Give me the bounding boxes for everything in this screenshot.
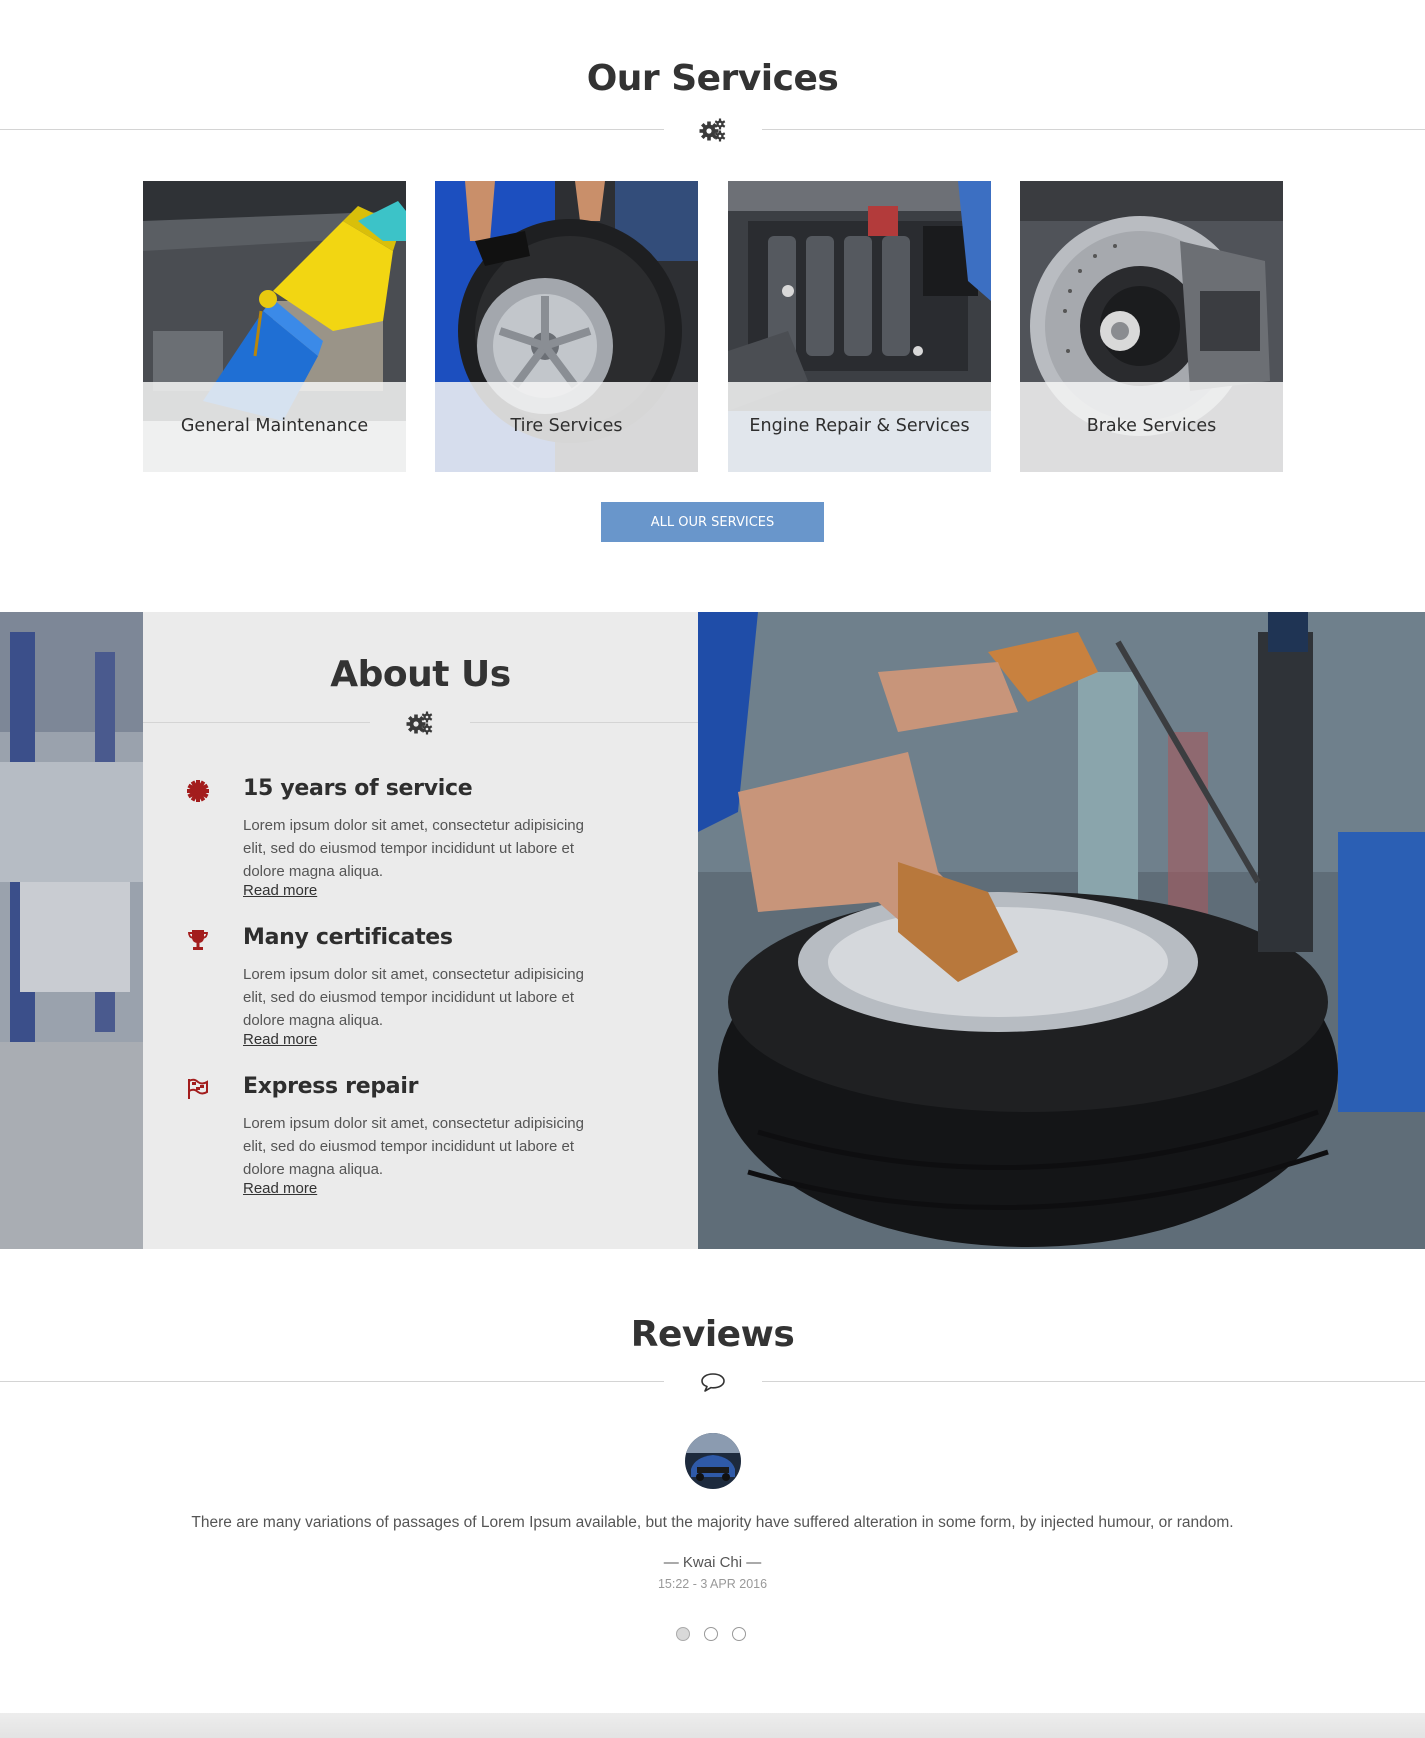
service-card-brake-services[interactable]: Brake Services [1020, 181, 1283, 472]
service-label: General Maintenance [180, 416, 369, 436]
service-label: Engine Repair & Services [749, 416, 970, 436]
reviewer-avatar [685, 1433, 741, 1489]
feature-description: Lorem ipsum dolor sit amet, consectetur … [243, 966, 584, 1029]
feature-title: Express repair [243, 1074, 419, 1099]
read-more-link[interactable]: Read more [243, 1031, 317, 1048]
service-card-engine-repair[interactable]: Engine Repair & Services [728, 181, 991, 472]
all-services-button[interactable]: ALL OUR SERVICES [601, 502, 824, 542]
reviews-divider [0, 1367, 1425, 1397]
pagination-dot-2[interactable] [704, 1627, 718, 1641]
service-card-general-maintenance[interactable]: General Maintenance [143, 181, 406, 472]
racing-flag-icon [188, 1078, 208, 1099]
service-label: Tire Services [510, 416, 623, 436]
read-more-link[interactable]: Read more [243, 882, 317, 899]
service-card-tire-services[interactable]: Tire Services [435, 181, 698, 472]
reviews-title: Reviews [630, 1314, 795, 1355]
services-title: Our Services [586, 58, 839, 99]
reviews-section: Reviews There are many variations of pas… [0, 1249, 1425, 1713]
feature-title: 15 years of service [243, 776, 473, 801]
review-author: — Kwai Chi — [663, 1554, 762, 1571]
speech-bubble-icon [698, 1367, 728, 1397]
tire-change-photo [698, 612, 1425, 1249]
feature-title: Many certificates [243, 925, 453, 950]
services-divider [0, 115, 1425, 145]
review-pagination [676, 1627, 756, 1643]
about-title: About Us [330, 654, 511, 695]
about-divider [143, 708, 698, 738]
review-timestamp: 15:22 - 3 APR 2016 [657, 1577, 768, 1591]
trophy-icon [188, 930, 208, 950]
pagination-dot-3[interactable] [732, 1627, 746, 1641]
about-section: About Us 15 years of service Lorem ipsum… [0, 612, 1425, 1249]
feature-description: Lorem ipsum dolor sit amet, consectetur … [243, 1115, 584, 1178]
review-quote: There are many variations of passages of… [191, 1514, 1234, 1531]
read-more-link[interactable]: Read more [243, 1180, 317, 1197]
footer-edge [0, 1713, 1425, 1738]
feature-description: Lorem ipsum dolor sit amet, consectetur … [243, 817, 584, 880]
service-label: Brake Services [1086, 416, 1217, 436]
badge-icon [187, 780, 209, 802]
pagination-dot-1[interactable] [676, 1627, 690, 1641]
garage-background-photo [0, 612, 143, 1249]
gears-icon [405, 708, 435, 738]
services-section: Our Services General Maintenance Tire Se… [0, 0, 1425, 612]
gears-icon [698, 115, 728, 145]
